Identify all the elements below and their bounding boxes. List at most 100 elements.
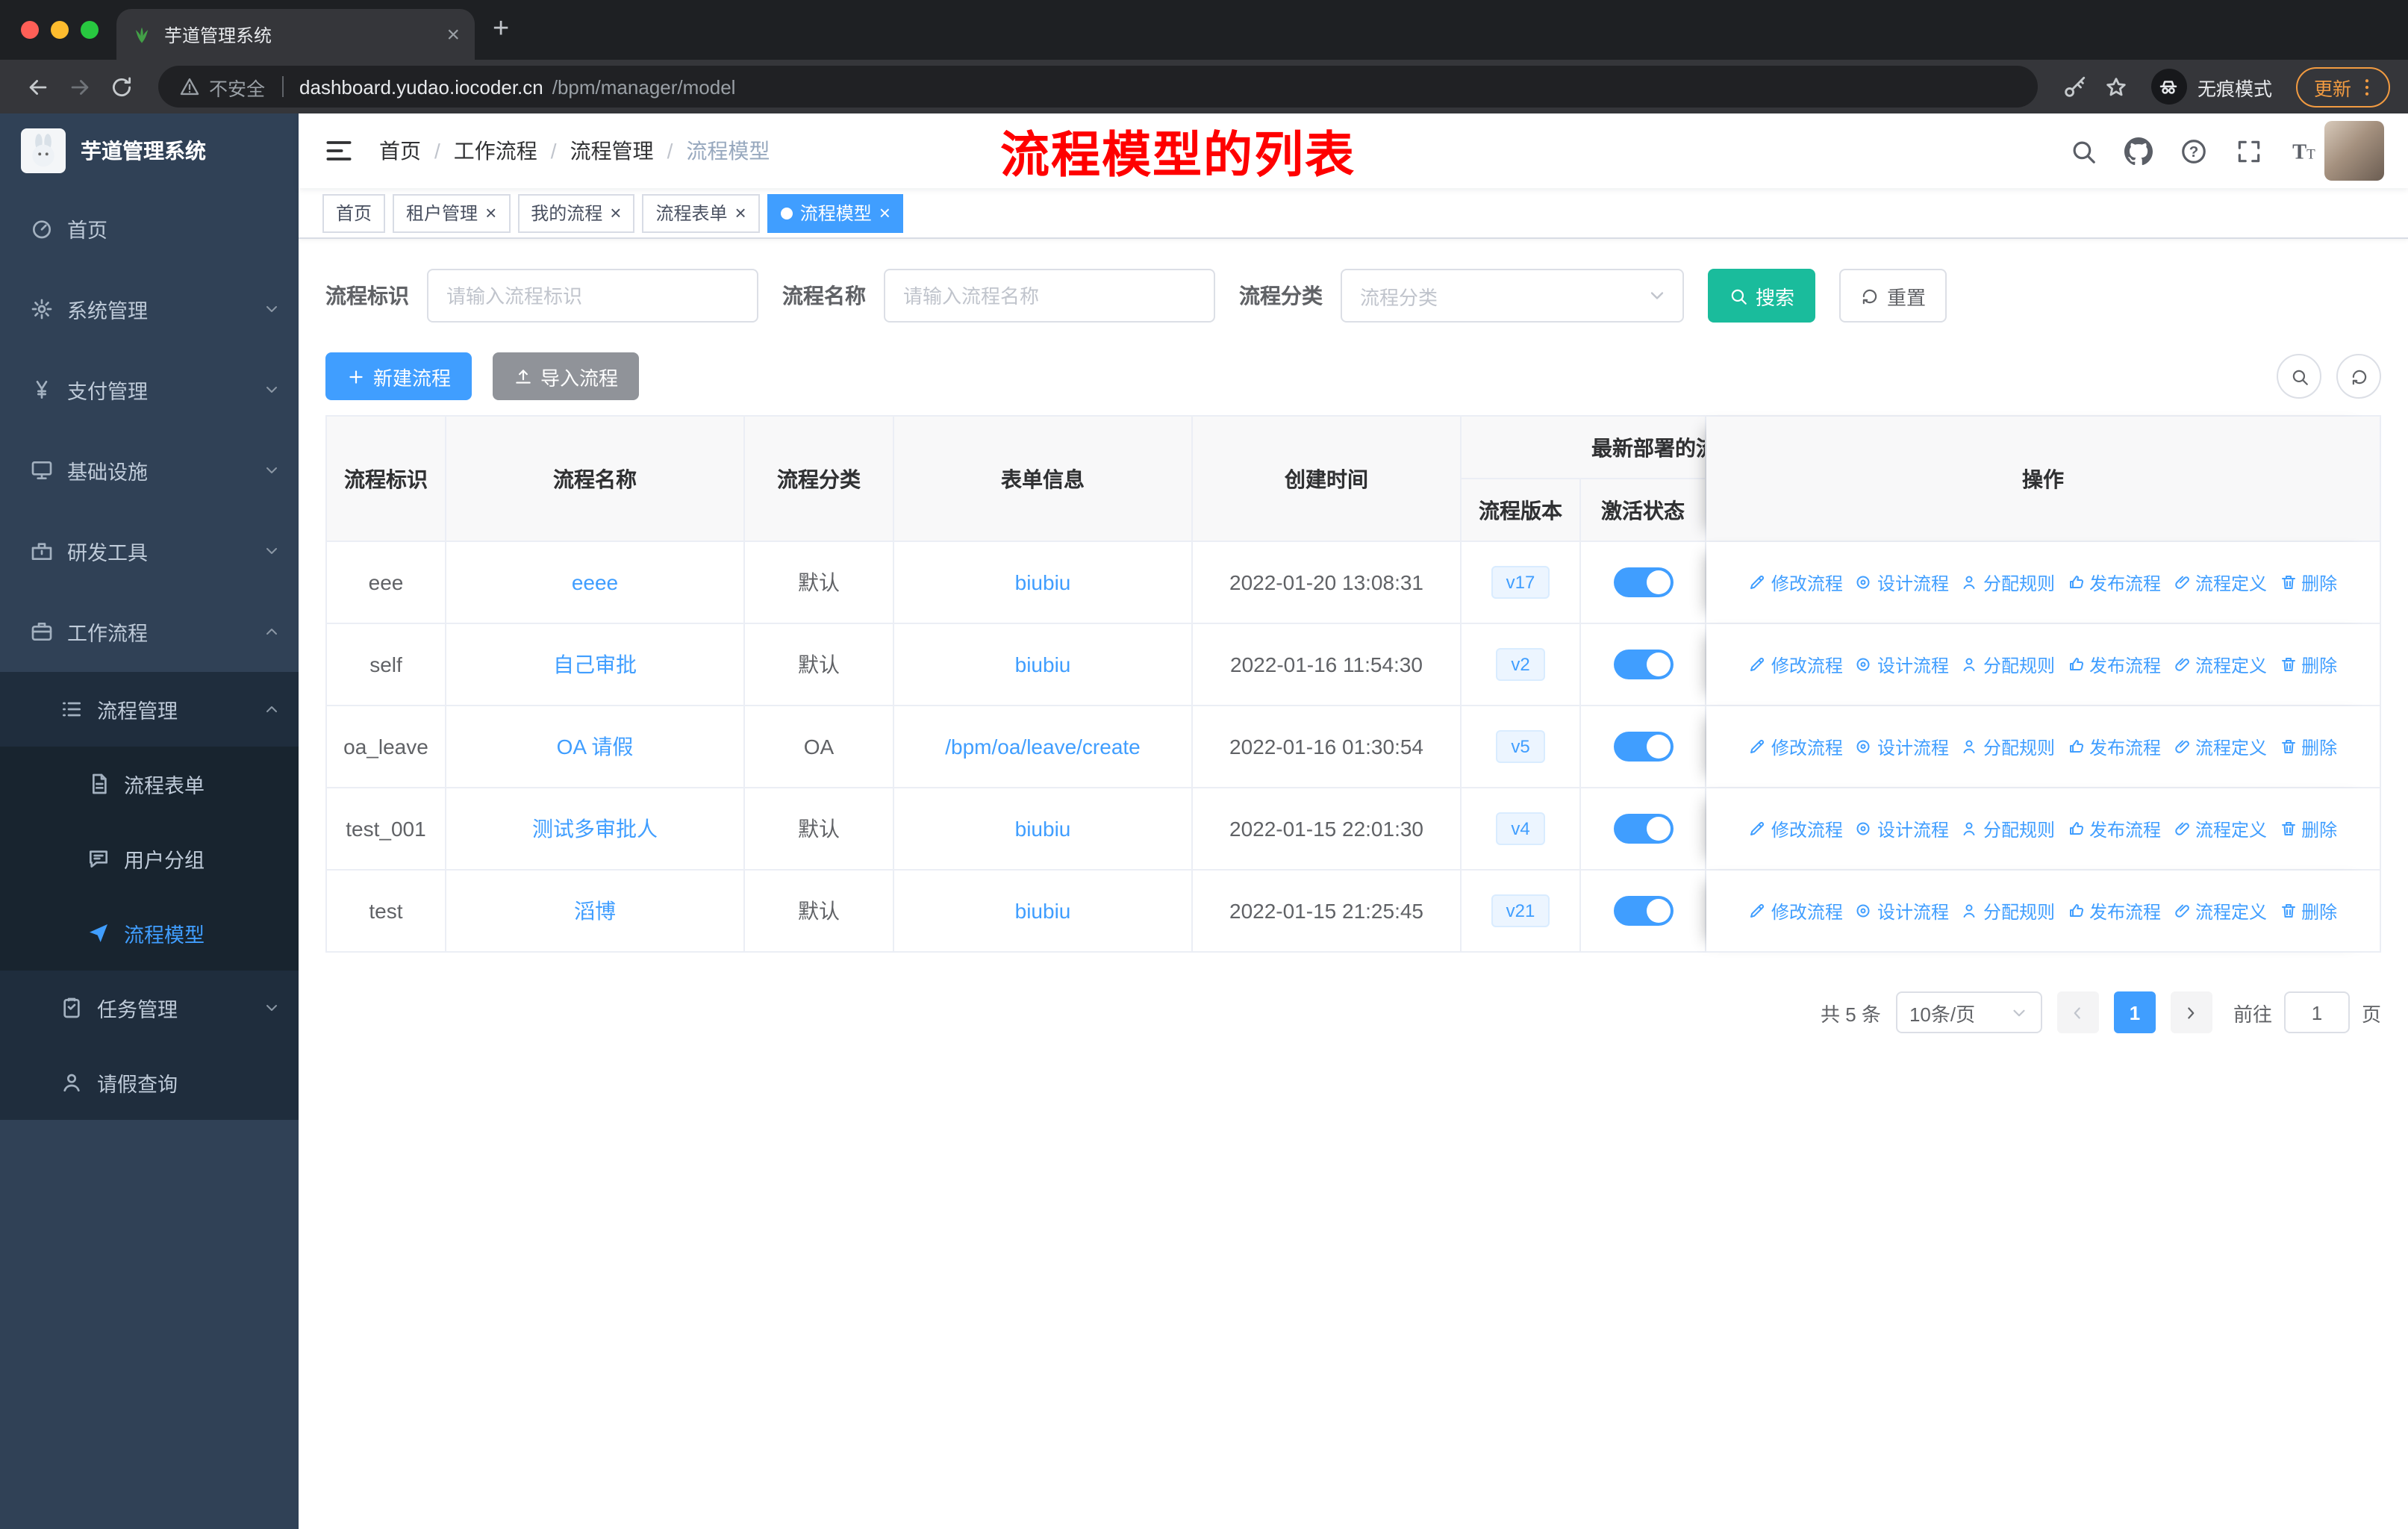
fontsize-icon[interactable]: TT [2290,137,2318,165]
assign-rule-link[interactable]: 分配规则 [1961,898,2055,924]
publish-process-link[interactable]: 发布流程 [2067,734,2161,759]
assign-rule-link[interactable]: 分配规则 [1961,652,2055,677]
tag-process-form[interactable]: 流程表单 × [642,193,760,232]
form-link[interactable]: biubiu [1015,899,1071,923]
active-switch[interactable] [1613,650,1673,679]
design-process-link[interactable]: 设计流程 [1855,816,1949,841]
process-name-link[interactable]: eeee [572,570,618,594]
tag-close-icon[interactable]: × [610,203,621,222]
tag-process-model[interactable]: 流程模型 × [767,193,904,232]
question-icon[interactable]: ? [2180,137,2208,165]
active-switch[interactable] [1613,567,1673,597]
modify-process-link[interactable]: 修改流程 [1749,570,1843,595]
process-category-select[interactable]: 流程分类 [1341,269,1684,323]
delete-link[interactable]: 删除 [2279,816,2337,841]
fullscreen-icon[interactable] [2235,137,2263,165]
search-button[interactable]: 搜索 [1708,269,1816,323]
goto-page-input[interactable] [2283,991,2350,1033]
page-size-select[interactable]: 10条/页 [1895,991,2042,1033]
import-process-button[interactable]: 导入流程 [493,352,640,400]
sidebar-item-infrastructure[interactable]: 基础设施 [0,430,299,511]
page-number-button[interactable]: 1 [2113,991,2156,1033]
sidebar-item-workflow[interactable]: 工作流程 [0,591,299,672]
update-button[interactable]: 更新 [2295,66,2390,107]
traffic-light-zoom[interactable] [81,21,99,39]
design-process-link[interactable]: 设计流程 [1855,898,1949,924]
traffic-light-minimize[interactable] [51,21,69,39]
tag-tenant[interactable]: 租户管理 × [393,193,511,232]
traffic-light-close[interactable] [21,21,39,39]
sidebar-item-leave-query[interactable]: 请假查询 [0,1045,299,1120]
key-icon[interactable] [2056,67,2094,106]
tag-my-process[interactable]: 我的流程 × [517,193,635,232]
breadcrumb-item[interactable]: 流程管理 [570,136,654,166]
assign-rule-link[interactable]: 分配规则 [1961,734,2055,759]
breadcrumb-item[interactable]: 首页 [379,136,421,166]
form-link[interactable]: /bpm/oa/leave/create [945,735,1141,759]
form-link[interactable]: biubiu [1015,817,1071,841]
sidebar-item-home[interactable]: 首页 [0,188,299,269]
process-name-link[interactable]: OA 请假 [557,732,634,762]
publish-process-link[interactable]: 发布流程 [2067,898,2161,924]
active-switch[interactable] [1613,896,1673,926]
tag-close-icon[interactable]: × [485,203,496,222]
bookmark-star-icon[interactable] [2097,67,2136,106]
active-switch[interactable] [1613,814,1673,844]
publish-process-link[interactable]: 发布流程 [2067,816,2161,841]
sidebar-item-system[interactable]: 系统管理 [0,269,299,349]
create-process-button[interactable]: 新建流程 [325,352,472,400]
assign-rule-link[interactable]: 分配规则 [1961,570,2055,595]
menu-dots-icon[interactable] [2356,75,2378,98]
mini-button[interactable] [2336,354,2381,399]
prev-page-button[interactable] [2056,991,2099,1033]
form-link[interactable]: biubiu [1015,653,1071,676]
reset-button[interactable]: 重置 [1839,269,1947,323]
process-name-link[interactable]: 滔博 [574,896,616,926]
sidebar-item-process-model[interactable]: 流程模型 [0,896,299,971]
modify-process-link[interactable]: 修改流程 [1749,652,1843,677]
address-bar[interactable]: 不安全 dashboard.yudao.iocoder.cn/bpm/manag… [158,66,2038,108]
search-icon[interactable] [2069,137,2097,165]
modify-process-link[interactable]: 修改流程 [1749,898,1843,924]
process-name-link[interactable]: 自己审批 [553,650,637,679]
design-process-link[interactable]: 设计流程 [1855,570,1949,595]
sidebar-item-task-management[interactable]: 任务管理 [0,971,299,1045]
reload-icon[interactable] [102,67,140,106]
sidebar-toggle[interactable] [322,134,355,167]
process-name-input[interactable] [884,269,1215,323]
tag-close-icon[interactable]: × [879,203,890,222]
process-definition-link[interactable]: 流程定义 [2173,734,2267,759]
back-icon[interactable] [18,67,57,106]
mini-button[interactable] [2277,354,2321,399]
forward-icon[interactable] [60,67,99,106]
tag-close-icon[interactable]: × [735,203,746,222]
new-tab-button[interactable]: + [493,13,509,46]
delete-link[interactable]: 删除 [2279,652,2337,677]
sidebar-item-process-form[interactable]: 流程表单 [0,747,299,821]
github-icon[interactable] [2124,137,2153,165]
warning-icon[interactable] [179,76,200,97]
process-name-link[interactable]: 测试多审批人 [532,814,658,844]
modify-process-link[interactable]: 修改流程 [1749,734,1843,759]
process-definition-link[interactable]: 流程定义 [2173,898,2267,924]
design-process-link[interactable]: 设计流程 [1855,734,1949,759]
breadcrumb-item[interactable]: 流程模型 [686,136,770,166]
publish-process-link[interactable]: 发布流程 [2067,570,2161,595]
avatar[interactable] [2324,121,2384,181]
breadcrumb-item[interactable]: 工作流程 [454,136,537,166]
next-page-button[interactable] [2170,991,2212,1033]
process-key-input[interactable] [427,269,758,323]
sidebar-item-process-management[interactable]: 流程管理 [0,672,299,747]
sidebar-item-payment[interactable]: 支付管理 [0,349,299,430]
tab-close-icon[interactable]: × [446,23,460,46]
delete-link[interactable]: 删除 [2279,570,2337,595]
publish-process-link[interactable]: 发布流程 [2067,652,2161,677]
tag-home[interactable]: 首页 [322,193,386,232]
process-definition-link[interactable]: 流程定义 [2173,816,2267,841]
process-definition-link[interactable]: 流程定义 [2173,652,2267,677]
modify-process-link[interactable]: 修改流程 [1749,816,1843,841]
s idebar-item-devtools[interactable]: 研发工具 [0,511,299,591]
form-link[interactable]: biubiu [1015,570,1071,594]
delete-link[interactable]: 删除 [2279,898,2337,924]
sidebar-item-user-group[interactable]: 用户分组 [0,821,299,896]
